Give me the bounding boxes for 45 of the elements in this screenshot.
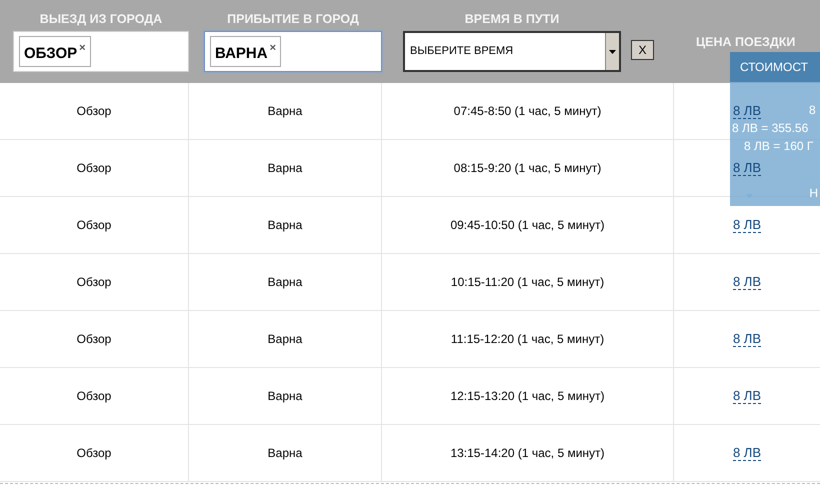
filter-label: ВРЕМЯ В ПУТИ [464, 11, 560, 28]
price-link[interactable]: 8 ЛВ [732, 217, 762, 233]
table-cell: Обзор [0, 254, 189, 310]
price-link[interactable]: 8 ЛВ [732, 274, 762, 290]
table-cell: 09:45-10:50 (1 час, 5 минут) [382, 197, 674, 253]
city-field[interactable]: ВАРНА× [204, 31, 382, 72]
table-cell: Варна [189, 254, 382, 310]
time-select[interactable]: ВЫБЕРИТЕ ВРЕМЯ [403, 31, 621, 72]
table-cell: Варна [189, 140, 382, 196]
table-cell: Обзор [0, 140, 189, 196]
tooltip-footer: Н [809, 184, 818, 202]
table-cell: Варна [189, 368, 382, 424]
city-token: ОБЗОР× [19, 36, 91, 67]
table-cell: Обзор [0, 368, 189, 424]
price-header: ЦЕНА ПОЕЗДКИ [696, 34, 796, 51]
table-cell: Варна [189, 83, 382, 139]
remove-token-button[interactable]: × [270, 43, 276, 54]
table-cell: Обзор [0, 83, 189, 139]
tooltip-line: 8 [809, 102, 816, 119]
price-link[interactable]: 8 ЛВ [732, 388, 762, 404]
table-cell: 12:15-13:20 (1 час, 5 минут) [382, 368, 674, 424]
table-cell: 13:15-14:20 (1 час, 5 минут) [382, 425, 674, 481]
price-link[interactable]: 8 ЛВ [732, 445, 762, 461]
table-cell: 11:15-12:20 (1 час, 5 минут) [382, 311, 674, 367]
city-token: ВАРНА× [210, 36, 282, 67]
caret-icon [609, 50, 616, 54]
dropdown-button[interactable] [605, 33, 619, 70]
tooltip-line: 8 ЛВ = 160 Г [744, 138, 814, 155]
table-cell: 10:15-11:20 (1 час, 5 минут) [382, 254, 674, 310]
remove-token-button[interactable]: × [79, 43, 86, 54]
price-link[interactable]: 8 ЛВ [732, 331, 762, 347]
tooltip-title: СТОИМОСТ [730, 52, 820, 82]
table-cell: Обзор [0, 197, 189, 253]
table-cell: Варна [189, 425, 382, 481]
table-cell: 07:45-8:50 (1 час, 5 минут) [382, 83, 674, 139]
tooltip-line: 8 ЛВ = 355.56 [732, 120, 808, 137]
clear-button[interactable]: X [631, 40, 654, 60]
table-cell: Варна [189, 197, 382, 253]
table-cell: Варна [189, 311, 382, 367]
city-field[interactable]: ОБЗОР× [13, 31, 189, 72]
filter-label: ВЫЕЗД ИЗ ГОРОДА [38, 11, 164, 28]
table-cell: Обзор [0, 311, 189, 367]
table-cell: Обзор [0, 425, 189, 481]
table-cell: 08:15-9:20 (1 час, 5 минут) [382, 140, 674, 196]
filter-label: ПРИБЫТИЕ В ГОРОД [226, 11, 360, 28]
